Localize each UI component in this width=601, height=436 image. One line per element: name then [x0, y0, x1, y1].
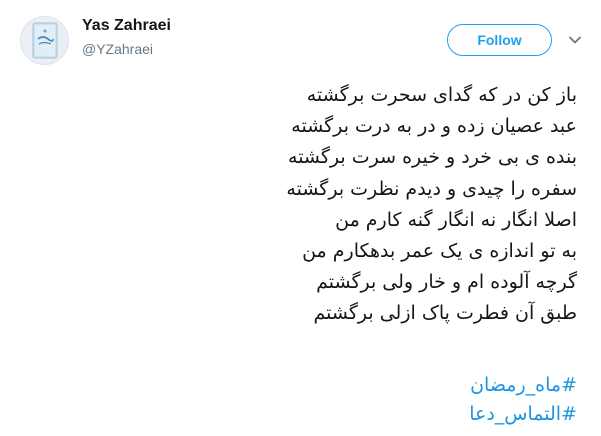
follow-button[interactable]: Follow: [447, 24, 552, 56]
tweet-line: سفره را چیدی و دیدم نظرت برگشته: [286, 177, 577, 200]
tweet-line: باز کن در که گدای سحرت برگشته: [306, 84, 577, 106]
tweet-line: عبد عصیان زده و در به درت برگشته: [291, 115, 577, 138]
tweet-line: طبق آن فطرت پاک ازلی برگشتم: [313, 302, 577, 325]
user-handle[interactable]: @YZahraei: [82, 41, 153, 57]
hashtag-list: #ماه_رمضان #التماس_دعا: [469, 371, 577, 429]
avatar-book-image: [21, 17, 68, 64]
chevron-down-icon[interactable]: [567, 32, 583, 48]
tweet-line: اصلا انگار نه انگار گنه کارم من: [335, 208, 577, 231]
hashtag-link-prayer[interactable]: #التماس_دعا: [469, 400, 577, 429]
hashtag-link-ramadan[interactable]: #ماه_رمضان: [469, 371, 577, 400]
tweet-line: گرچه آلوده ام و خار ولی برگشتم: [316, 271, 577, 294]
user-display-name[interactable]: Yas Zahraei: [82, 17, 171, 35]
tweet-line: به تو اندازه ی یک عمر بدهکارم من: [302, 240, 577, 263]
tweet-line: بنده ی بی خرد و خیره سرت برگشته: [288, 146, 577, 169]
tweet-text: باز کن در که گدای سحرت برگشته عبد عصیان …: [137, 80, 577, 330]
avatar[interactable]: [20, 16, 69, 65]
